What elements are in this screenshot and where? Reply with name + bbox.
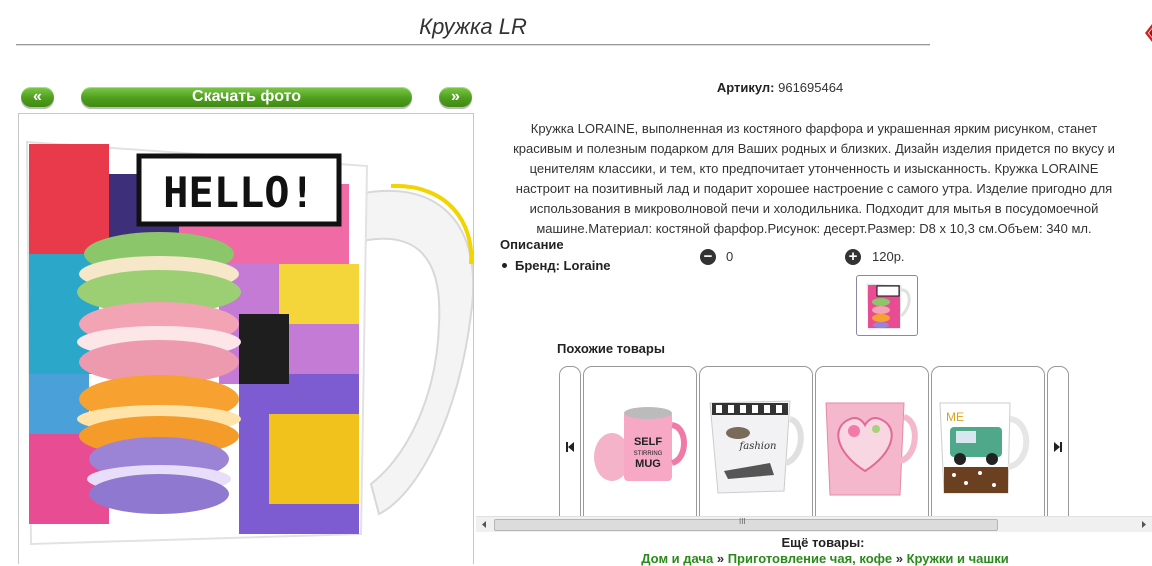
breadcrumb-link[interactable]: Кружки и чашки [907, 551, 1009, 566]
breadcrumb-separator: » [716, 551, 725, 566]
scroll-right-icon[interactable] [1140, 520, 1148, 529]
category-breadcrumb: Дом и дача » Приготовление чая, кофе » К… [560, 551, 1090, 566]
mug-illustration: HELLO! [25, 140, 473, 546]
product-description: Кружка LORAINE, выполненная из костяного… [482, 119, 1146, 239]
similar-item-fashion-mug[interactable]: fashion [699, 366, 813, 517]
minus-value: 0 [726, 249, 734, 264]
description-line: настроит на позитивный лад и подарит хор… [515, 181, 1113, 196]
photo-panel-divider [473, 113, 474, 563]
scroll-left-icon[interactable] [480, 520, 488, 529]
similar-products-heading: Похожие товары [557, 341, 665, 356]
svg-text:ME: ME [946, 410, 964, 424]
breadcrumb-link[interactable]: Приготовление чая, кофе [728, 551, 892, 566]
scrollbar-thumb[interactable]: III [494, 517, 998, 531]
bullet-icon [502, 263, 507, 269]
similar-item-self-stirring-mug[interactable]: SELF STIRRING MUG [583, 366, 697, 517]
description-line: машине.Материал: костяной фарфор.Рисунок… [536, 221, 1092, 236]
close-icon[interactable] [1141, 18, 1152, 48]
svg-text:HELLO!: HELLO! [163, 168, 315, 217]
article-value: 961695464 [778, 80, 844, 95]
article-number: Артикул: 961695464 [560, 80, 1000, 95]
description-line: ценителям классики, и тем, кто предпочит… [529, 161, 1099, 176]
skip-prev-icon [566, 442, 574, 452]
carousel-next-button[interactable] [1047, 366, 1069, 517]
description-heading: Описание [500, 237, 564, 252]
scrollbar-grip: III [739, 517, 746, 526]
similar-item-heart-mug[interactable] [815, 366, 929, 517]
download-photo-button[interactable]: Скачать фото [81, 87, 412, 107]
minus-icon[interactable]: − [700, 249, 716, 265]
description-line: использования в микроволновой печи и хол… [529, 201, 1099, 216]
breadcrumb-separator: » [895, 551, 903, 566]
svg-text:MUG: MUG [635, 458, 661, 470]
svg-text:SELF: SELF [634, 436, 662, 448]
article-label: Артикул: [716, 80, 775, 95]
description-line: Кружка LORAINE, выполненная из костяного… [530, 121, 1098, 136]
prev-photo-button[interactable]: « [21, 87, 54, 107]
breadcrumb-link[interactable]: Дом и дача [641, 551, 713, 566]
page-title: Кружка LR [419, 14, 527, 39]
brand-label: Бренд: Loraine [515, 258, 611, 273]
brand-item: Бренд: Loraine [502, 258, 611, 273]
skip-next-icon [1054, 442, 1062, 452]
svg-text:fashion: fashion [739, 441, 777, 452]
product-photo: HELLO! [18, 113, 474, 564]
plus-icon[interactable]: + [845, 249, 861, 265]
photo-thumbnail[interactable] [856, 275, 918, 336]
next-photo-button[interactable]: » [439, 87, 472, 107]
similar-item-car-mug[interactable]: ME [931, 366, 1045, 517]
svg-text:STIRRING: STIRRING [634, 451, 663, 457]
title-divider [16, 44, 930, 45]
more-products-heading: Ещё товары: [781, 535, 865, 550]
carousel-scrollbar[interactable]: III [476, 516, 1152, 532]
price-value: 120р. [872, 249, 905, 264]
description-line: красивым и полезным подарком для Ваших р… [513, 141, 1115, 156]
carousel-prev-button[interactable] [559, 366, 581, 517]
